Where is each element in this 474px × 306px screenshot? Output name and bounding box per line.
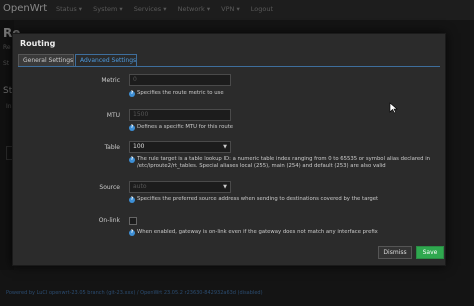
source-select-value: auto	[133, 183, 147, 190]
metric-label: Metric	[101, 77, 120, 84]
tab-general-settings[interactable]: General Settings	[18, 54, 74, 66]
source-help: ? Specifies the preferred source address …	[129, 196, 449, 203]
mtu-input[interactable]: 1500	[129, 109, 231, 121]
help-icon: ?	[129, 230, 135, 236]
onlink-label: On-link	[98, 217, 120, 224]
help-icon: ?	[129, 125, 135, 131]
metric-input[interactable]: 0	[129, 74, 231, 86]
modal-title: Routing	[20, 39, 56, 48]
mouse-cursor-icon	[389, 102, 398, 114]
mtu-help-text: Defines a specific MTU for this route	[137, 124, 234, 130]
table-help-text-2: /etc/iproute2/rt_tables. Special aliases…	[137, 163, 386, 169]
save-button[interactable]: Save	[416, 246, 444, 259]
help-icon: ?	[129, 197, 135, 203]
table-help: ? The rule target is a table lookup ID: a…	[129, 156, 449, 170]
table-select[interactable]: 100 ▼	[129, 141, 231, 153]
tab-divider	[18, 66, 440, 67]
dismiss-button[interactable]: Dismiss	[378, 246, 412, 259]
mtu-help: ? Defines a specific MTU for this route	[129, 124, 449, 131]
onlink-help: ? When enabled, gateway is on-link even i…	[129, 229, 449, 236]
mtu-label: MTU	[106, 112, 120, 119]
source-select[interactable]: auto ▼	[129, 181, 231, 193]
onlink-checkbox[interactable]	[129, 217, 137, 225]
table-label: Table	[104, 144, 120, 151]
source-label: Source	[99, 184, 120, 191]
chevron-down-icon: ▼	[223, 144, 227, 150]
chevron-down-icon: ▼	[223, 184, 227, 190]
onlink-help-text: When enabled, gateway is on-link even if…	[137, 229, 378, 235]
source-help-text: Specifies the preferred source address w…	[137, 196, 379, 202]
routing-modal: Routing General Settings Advanced Settin…	[12, 33, 446, 266]
table-select-value: 100	[133, 143, 145, 150]
help-icon: ?	[129, 91, 135, 97]
metric-help: ? Specifies the route metric to use	[129, 90, 449, 97]
tab-advanced-settings[interactable]: Advanced Settings	[75, 54, 137, 66]
table-help-text-1: The rule target is a table lookup ID: a …	[137, 156, 431, 162]
metric-help-text: Specifies the route metric to use	[137, 90, 224, 96]
